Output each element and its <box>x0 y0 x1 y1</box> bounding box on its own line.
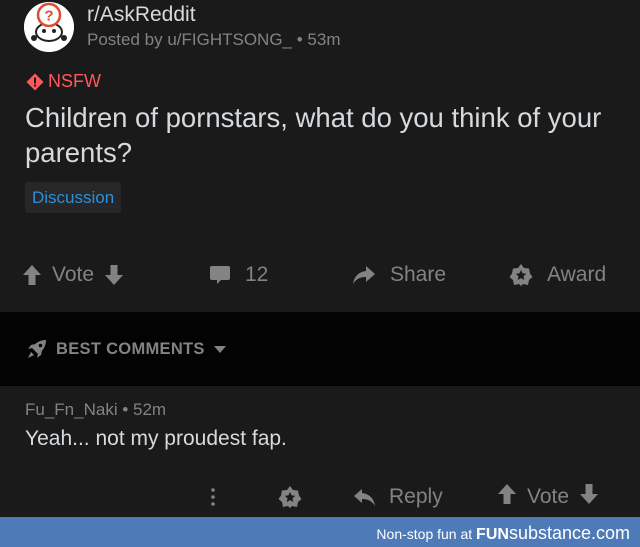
comment-vote-label: Vote <box>527 485 570 508</box>
comment-sort-dropdown[interactable]: BEST COMMENTS <box>26 338 227 360</box>
share-label: Share <box>390 263 447 286</box>
comment-sort-label: BEST COMMENTS <box>56 339 205 358</box>
award-star-icon <box>278 486 302 508</box>
askreddit-snoo-icon: ? <box>24 2 74 52</box>
award-star-icon <box>509 264 533 286</box>
chevron-down-icon <box>213 346 226 353</box>
post-byline: Posted by u/FIGHTSONG_ • 53m <box>87 30 341 49</box>
watermark-footer: Non-stop fun at FUNsubstance.com <box>0 517 640 547</box>
upvote-arrow-icon <box>498 484 516 504</box>
upvote-arrow-icon <box>23 265 41 285</box>
nsfw-warning-icon <box>26 73 44 90</box>
post-action-bar: Vote 12 Share Award <box>0 254 640 296</box>
nsfw-badge: NSFW <box>26 71 101 92</box>
downvote-arrow-icon <box>105 265 124 285</box>
comment-more-button[interactable] <box>206 481 220 513</box>
comment-body: Yeah... not my proudest fap. <box>25 427 287 450</box>
comment-reply-button[interactable]: Reply <box>353 481 453 513</box>
post-vote-label: Vote <box>52 263 95 286</box>
post-meta: r/AskReddit Posted by u/FIGHTSONG_ • 53m <box>87 3 340 51</box>
comments-count: 12 <box>245 263 269 286</box>
svg-text:?: ? <box>44 8 53 25</box>
downvote-button[interactable] <box>104 264 124 286</box>
watermark-brand-bold: FUN <box>476 526 509 543</box>
downvote-arrow-icon <box>580 484 599 504</box>
watermark-text: Non-stop fun at FUNsubstance.com <box>376 523 630 544</box>
award-label: Award <box>547 263 607 286</box>
subreddit-name[interactable]: r/AskReddit <box>87 3 340 27</box>
share-arrow-icon <box>353 266 375 284</box>
comment-vote-group: Vote <box>497 481 599 513</box>
post-card: ? r/AskReddit Posted by u/FIGHTSONG_ • 5… <box>0 0 640 312</box>
reply-arrow-icon <box>354 489 375 506</box>
comment-bubble-icon <box>210 266 230 284</box>
post-header: ? r/AskReddit Posted by u/FIGHTSONG_ • 5… <box>24 2 340 52</box>
comment-downvote-button[interactable] <box>579 483 599 511</box>
comment-action-bar: Reply Vote <box>0 481 640 513</box>
comment-award-button[interactable] <box>278 481 302 513</box>
comments-button[interactable]: 12 <box>209 254 278 296</box>
comment-meta: Fu_Fn_Naki • 52m <box>25 400 167 419</box>
comment-reply-label: Reply <box>389 485 443 508</box>
upvote-button[interactable] <box>22 264 42 286</box>
post-title[interactable]: Children of pornstars, what do you think… <box>25 100 625 170</box>
comment-upvote-button[interactable] <box>497 483 517 511</box>
watermark-brand-light: substance.com <box>508 523 630 543</box>
post-flair[interactable]: Discussion <box>25 182 122 213</box>
comment-sort-bar: BEST COMMENTS <box>0 312 640 386</box>
comment-card: Fu_Fn_Naki • 52m Yeah... not my proudest… <box>0 386 640 517</box>
award-button[interactable]: Award <box>509 254 616 296</box>
share-button[interactable]: Share <box>352 254 456 296</box>
subreddit-avatar[interactable]: ? <box>24 2 74 52</box>
watermark-tagline: Non-stop fun at <box>376 526 473 542</box>
post-vote-group: Vote <box>22 254 124 296</box>
rocket-icon <box>28 340 46 358</box>
more-options-icon <box>211 488 215 506</box>
nsfw-label: NSFW <box>48 71 101 91</box>
